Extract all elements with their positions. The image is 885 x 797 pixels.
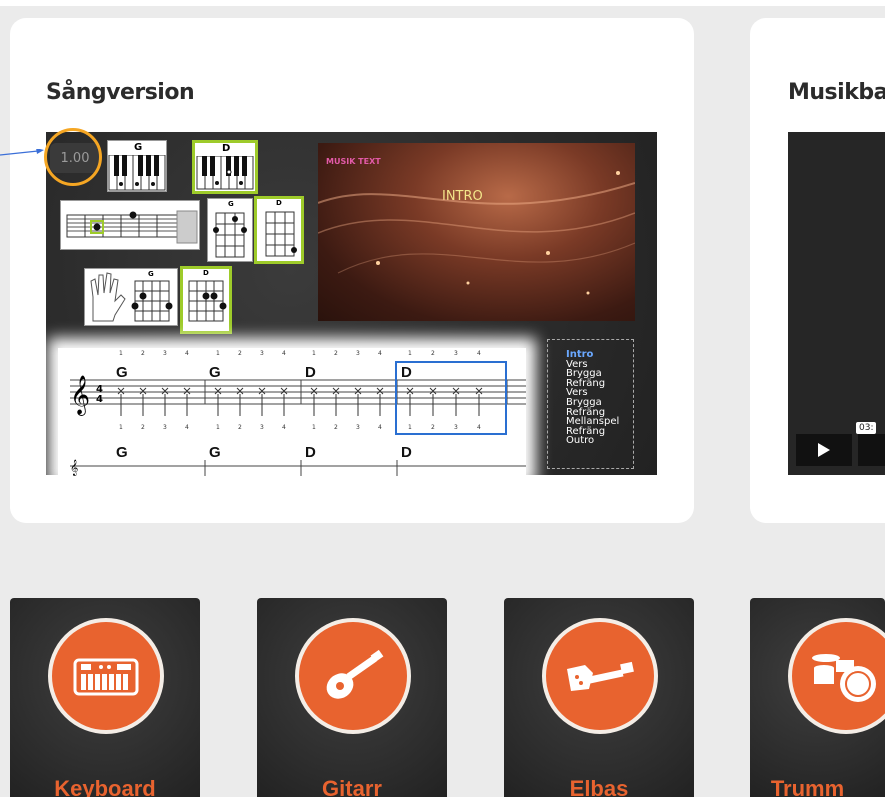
time-control[interactable] bbox=[858, 434, 885, 466]
chord-row1-2: G bbox=[209, 364, 221, 381]
drums-icon bbox=[812, 654, 876, 702]
beat-number: 2 bbox=[431, 350, 435, 357]
bass-icon-circle bbox=[542, 618, 658, 734]
beat-number: 3 bbox=[163, 350, 167, 357]
beat-number: 4 bbox=[185, 424, 189, 431]
beat-number: 2 bbox=[238, 424, 242, 431]
bass-icon bbox=[567, 661, 634, 691]
hand-chord-diagram: G bbox=[84, 268, 178, 326]
speed-highlight-ring bbox=[44, 128, 102, 186]
ukulele-diagram-d: D bbox=[254, 196, 304, 264]
instrument-tile-elbas[interactable]: Elbas bbox=[504, 598, 694, 797]
hand-icon bbox=[90, 272, 126, 322]
instrument-label: Trumm bbox=[770, 776, 845, 797]
staff-lines: 𝄞 4 4 𝄞 bbox=[70, 361, 526, 476]
chord-label: G bbox=[134, 142, 143, 153]
beat-number: 4 bbox=[477, 350, 481, 357]
ukulele-diagram-g: G bbox=[207, 198, 253, 262]
beat-number: 2 bbox=[141, 350, 145, 357]
chord-diagram-d-frame: D bbox=[180, 266, 232, 334]
chord-label: G bbox=[228, 200, 234, 208]
section-item[interactable]: Refräng bbox=[548, 378, 633, 389]
keyboard-icon bbox=[73, 658, 139, 696]
bokeh-decoration bbox=[318, 171, 635, 295]
section-item[interactable]: Outro bbox=[548, 436, 633, 446]
beat-number: 2 bbox=[238, 350, 242, 357]
chord-label: D bbox=[203, 269, 209, 277]
lyrics-video[interactable]: MUSIK TEXT INTRO bbox=[318, 143, 635, 321]
beat-number: 4 bbox=[378, 350, 382, 357]
instrument-label: Keyboard bbox=[54, 776, 156, 797]
beat-number: 1 bbox=[408, 350, 412, 357]
beat-number: 3 bbox=[260, 350, 264, 357]
beat-number: 4 bbox=[282, 424, 286, 431]
instrument-label: Elbas bbox=[569, 776, 629, 797]
beat-number: 3 bbox=[356, 424, 360, 431]
guitar-icon bbox=[326, 649, 384, 699]
piano-diagram-g: G bbox=[107, 140, 167, 192]
beat-number: 1 bbox=[119, 424, 123, 431]
time-tooltip: 03: bbox=[856, 422, 877, 434]
chord-label: D bbox=[276, 199, 282, 207]
chord-row1-1: G bbox=[116, 364, 128, 381]
arrow-annotation bbox=[0, 149, 44, 156]
instrument-tile-keyboard[interactable]: Keyboard bbox=[10, 598, 200, 797]
beat-number: 3 bbox=[260, 424, 264, 431]
drums-icon-circle bbox=[788, 618, 885, 734]
musik-player[interactable]: 03: bbox=[788, 132, 885, 475]
beat-number: 3 bbox=[163, 424, 167, 431]
piano-diagram-d: D bbox=[192, 140, 258, 194]
top-strip bbox=[0, 0, 885, 6]
musikbakgrund-title: Musikba bbox=[788, 80, 885, 105]
chord-grid-icon bbox=[131, 280, 173, 322]
section-item-intro[interactable]: Intro bbox=[548, 340, 633, 360]
beat-number: 3 bbox=[356, 350, 360, 357]
chord-row2-1: G bbox=[116, 444, 128, 461]
chord-label: D bbox=[222, 143, 231, 154]
beat-number: 2 bbox=[334, 350, 338, 357]
chord-row1-3: D bbox=[305, 364, 316, 381]
guitar-icon-circle bbox=[295, 618, 411, 734]
chord-grid-icon bbox=[213, 212, 247, 258]
beat-number: 4 bbox=[185, 350, 189, 357]
keyboard-icon-circle bbox=[48, 618, 164, 734]
beat-number: 2 bbox=[334, 424, 338, 431]
instrument-label: Gitarr bbox=[322, 776, 382, 797]
beat-number: 4 bbox=[378, 424, 382, 431]
chord-row1-4: D bbox=[401, 364, 412, 381]
beat-number: 3 bbox=[454, 424, 458, 431]
play-button[interactable] bbox=[796, 434, 852, 466]
chord-label: G bbox=[148, 270, 154, 278]
song-section-list: Intro Vers Brygga Refräng Vers Brygga Re… bbox=[547, 339, 634, 469]
instrument-tile-trummor[interactable]: Trumm bbox=[750, 598, 885, 797]
svg-text:𝄞: 𝄞 bbox=[70, 460, 78, 476]
svg-text:4: 4 bbox=[96, 394, 103, 405]
sheet-music: 𝄞 4 4 𝄞 G G D D G G D D 1 2 3 4 1 2 3 4 1 2 3 4 1 2… bbox=[58, 348, 526, 476]
guitar-neck-diagram bbox=[60, 200, 200, 250]
chord-grid-icon bbox=[188, 280, 227, 322]
piano-keys-icon bbox=[196, 156, 254, 190]
svg-text:𝄞: 𝄞 bbox=[70, 375, 90, 416]
play-icon bbox=[818, 443, 830, 457]
piano-keys-icon bbox=[108, 155, 166, 191]
chord-row2-2: G bbox=[209, 444, 221, 461]
beat-number: 1 bbox=[312, 424, 316, 431]
beat-number: 1 bbox=[408, 424, 412, 431]
chord-row2-4: D bbox=[401, 444, 412, 461]
beat-number: 3 bbox=[454, 350, 458, 357]
beat-number: 1 bbox=[216, 350, 220, 357]
instrument-tile-gitarr[interactable]: Gitarr bbox=[257, 598, 447, 797]
beat-number: 1 bbox=[119, 350, 123, 357]
beat-number: 2 bbox=[141, 424, 145, 431]
chord-grid-icon bbox=[265, 211, 297, 257]
beat-number: 4 bbox=[282, 350, 286, 357]
beat-number: 1 bbox=[216, 424, 220, 431]
beat-number: 1 bbox=[312, 350, 316, 357]
fretboard-icon bbox=[66, 210, 198, 244]
chord-row2-3: D bbox=[305, 444, 316, 461]
beat-number: 4 bbox=[477, 424, 481, 431]
beat-number: 2 bbox=[431, 424, 435, 431]
sangversion-title: Sångversion bbox=[46, 80, 195, 105]
